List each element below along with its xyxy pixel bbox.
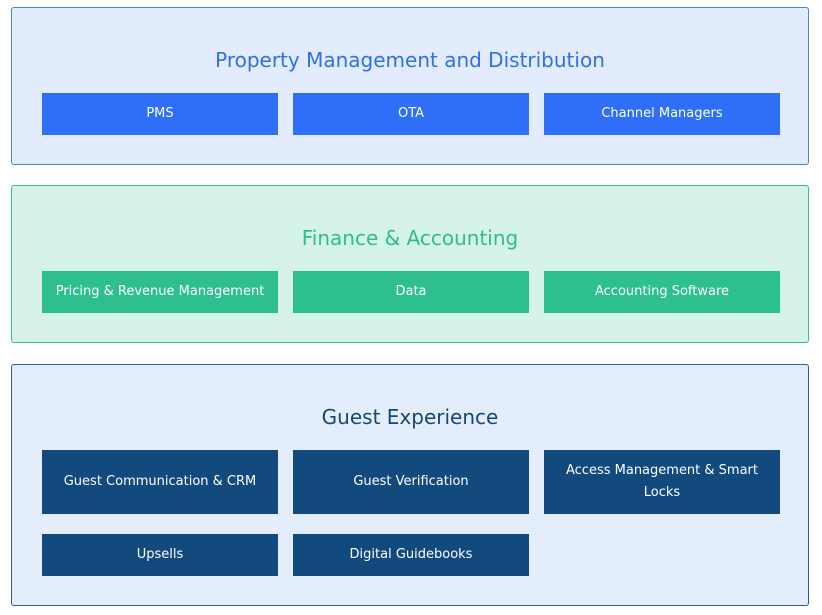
- category-ota: OTA: [293, 93, 529, 135]
- category-accounting-software: Accounting Software: [544, 271, 780, 313]
- category-access-management: Access Management & Smart Locks: [544, 450, 780, 514]
- category-channel-managers: Channel Managers: [544, 93, 780, 135]
- section-property-management: Property Management and Distribution PMS…: [11, 7, 809, 165]
- category-upsells: Upsells: [42, 534, 278, 576]
- section-title: Property Management and Distribution: [215, 48, 605, 72]
- category-pricing-revenue: Pricing & Revenue Management: [42, 271, 278, 313]
- category-digital-guidebooks: Digital Guidebooks: [293, 534, 529, 576]
- category-pms: PMS: [42, 93, 278, 135]
- section-guest-experience: Guest Experience Guest Communication & C…: [11, 364, 809, 606]
- category-guest-verification: Guest Verification: [293, 450, 529, 514]
- category-guest-communication: Guest Communication & CRM: [42, 450, 278, 514]
- section-title: Finance & Accounting: [301, 226, 519, 250]
- category-data: Data: [293, 271, 529, 313]
- section-title: Guest Experience: [321, 405, 499, 429]
- section-finance-accounting: Finance & Accounting Pricing & Revenue M…: [11, 185, 809, 343]
